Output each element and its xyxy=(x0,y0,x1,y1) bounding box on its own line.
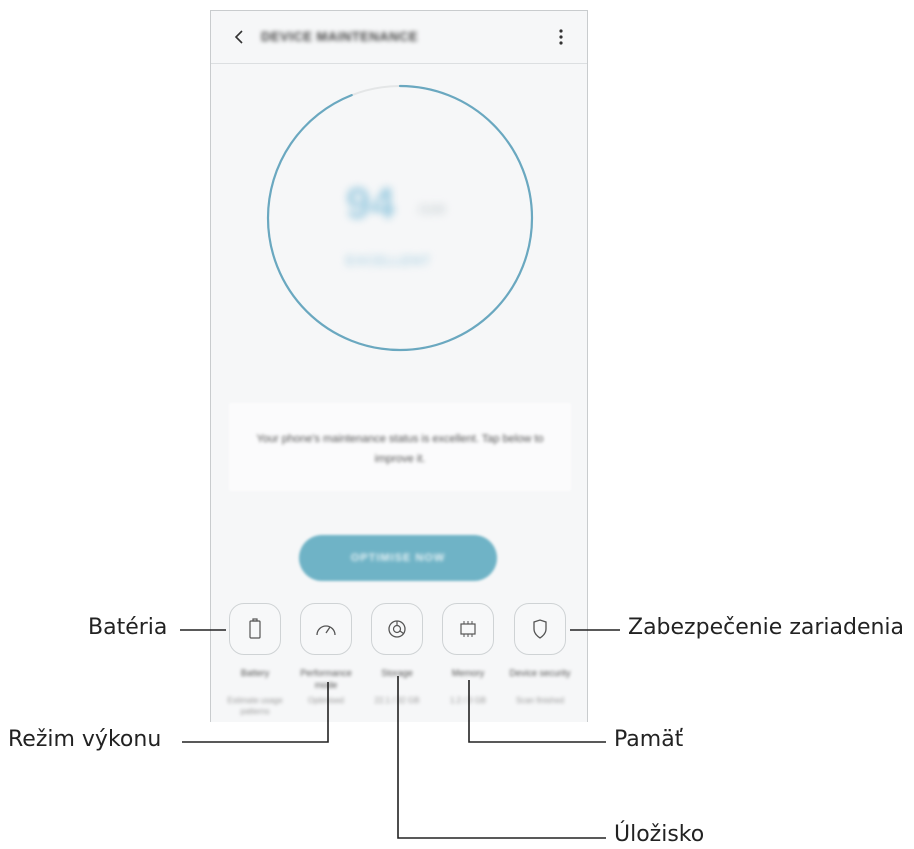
status-message: Your phone's maintenance status is excel… xyxy=(256,433,544,465)
score-status: EXCELLENT xyxy=(346,253,431,268)
storage-tile-label: Storage xyxy=(381,668,413,678)
battery-icon xyxy=(249,618,261,639)
callout-security: Zabezpečenie zariadenia xyxy=(628,615,905,640)
pie-chart-icon xyxy=(388,620,406,638)
score-display: 94 /100 EXCELLENT xyxy=(340,171,464,291)
speedometer-icon xyxy=(316,625,336,636)
back-button[interactable] xyxy=(225,23,253,51)
storage-tile-sub: 22.1 / 32 GB xyxy=(374,696,420,705)
chevron-left-icon xyxy=(234,30,243,44)
battery-tile[interactable] xyxy=(229,603,281,655)
callout-battery: Batéria xyxy=(88,615,168,640)
header-divider xyxy=(211,63,587,64)
security-tile-label: Device security xyxy=(509,668,571,678)
phone-screen: DEVICE MAINTENANCE 94 /100 EXCELLENT You… xyxy=(210,10,588,722)
storage-tile[interactable] xyxy=(371,603,423,655)
shield-icon xyxy=(533,619,547,639)
page-title: DEVICE MAINTENANCE xyxy=(261,29,419,44)
callout-storage: Úložisko xyxy=(614,822,705,847)
battery-tile-label: Battery xyxy=(240,668,270,678)
security-tile-sub: Scan finished xyxy=(515,696,565,705)
performance-tile-sub: Optimised xyxy=(307,696,344,705)
memory-chip-icon xyxy=(460,621,476,637)
memory-tile-sub: 1.2 / 3 GB xyxy=(449,696,487,705)
battery-tile-sub: Estimate usage patterns xyxy=(227,696,283,716)
device-security-tile[interactable] xyxy=(514,603,566,655)
app-header: DEVICE MAINTENANCE xyxy=(211,11,587,63)
callout-memory: Pamäť xyxy=(614,727,684,752)
more-vert-icon xyxy=(559,29,563,45)
memory-tile-label: Memory xyxy=(451,668,485,678)
optimize-now-button[interactable]: OPTIMISE NOW xyxy=(299,535,497,581)
score-value: 94 xyxy=(346,179,395,228)
memory-tile[interactable] xyxy=(442,603,494,655)
optimize-now-label: OPTIMISE NOW xyxy=(350,552,446,564)
callout-performance: Režim výkonu xyxy=(8,727,162,752)
more-options-button[interactable] xyxy=(547,23,575,51)
score-unit: /100 xyxy=(418,201,446,217)
performance-mode-tile[interactable] xyxy=(300,603,352,655)
performance-tile-label: Performance mode xyxy=(300,668,352,690)
